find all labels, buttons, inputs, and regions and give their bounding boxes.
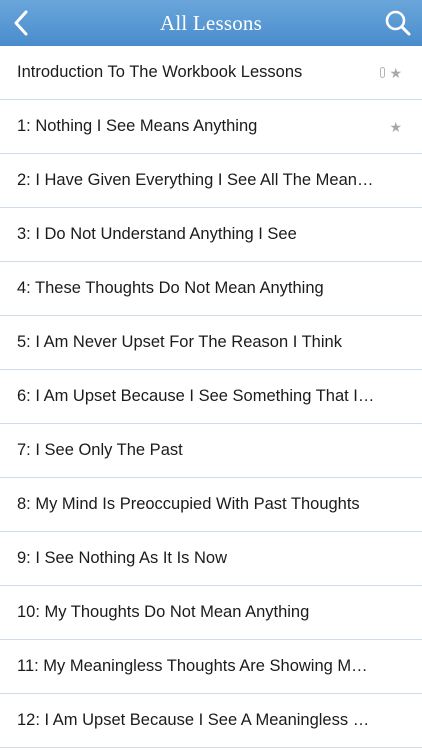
lesson-title: 3: I Do Not Understand Anything I See (17, 225, 297, 243)
lesson-row[interactable]: 2: I Have Given Everything I See All The… (0, 154, 422, 208)
lesson-row[interactable]: 9: I See Nothing As It Is Now (0, 532, 422, 586)
lesson-row[interactable]: 10: My Thoughts Do Not Mean Anything (0, 586, 422, 640)
lesson-title: 7: I See Only The Past (17, 441, 183, 459)
back-button[interactable] (6, 7, 36, 39)
lesson-row[interactable]: 8: My Mind Is Preoccupied With Past Thou… (0, 478, 422, 532)
page-title: All Lessons (160, 10, 262, 35)
lesson-title: 4: These Thoughts Do Not Mean Anything (17, 279, 324, 297)
lesson-title: 6: I Am Upset Because I See Something Th… (17, 387, 376, 405)
row-status-icons: ★ (380, 66, 402, 80)
star-icon: ★ (389, 118, 402, 135)
lesson-title: 8: My Mind Is Preoccupied With Past Thou… (17, 495, 360, 513)
star-icon: ★ (389, 64, 402, 81)
lesson-title: 10: My Thoughts Do Not Mean Anything (17, 603, 310, 621)
lesson-row[interactable]: Introduction To The Workbook Lessons ★ (0, 46, 422, 100)
search-button[interactable] (382, 7, 414, 39)
lesson-row[interactable]: 4: These Thoughts Do Not Mean Anything (0, 262, 422, 316)
chevron-left-icon (14, 10, 28, 36)
lesson-title: 12: I Am Upset Because I See A Meaningle… (17, 711, 376, 729)
lesson-row[interactable]: 7: I See Only The Past (0, 424, 422, 478)
row-status-icons: ★ (389, 120, 402, 134)
lesson-title: 2: I Have Given Everything I See All The… (17, 171, 376, 189)
lesson-row[interactable]: 1: Nothing I See Means Anything ★ (0, 100, 422, 154)
lesson-list: Introduction To The Workbook Lessons ★ 1: … (0, 46, 422, 748)
lesson-row[interactable]: 5: I Am Never Upset For The Reason I Thi… (0, 316, 422, 370)
lesson-row[interactable]: 6: I Am Upset Because I See Something Th… (0, 370, 422, 424)
search-icon (385, 10, 411, 36)
paperclip-icon (380, 67, 386, 78)
navigation-bar: All Lessons (0, 0, 422, 46)
lesson-title: 1: Nothing I See Means Anything (17, 117, 258, 135)
lesson-title: Introduction To The Workbook Lessons (17, 63, 303, 81)
lesson-row[interactable]: 11: My Meaningless Thoughts Are Showing … (0, 640, 422, 694)
lesson-title: 11: My Meaningless Thoughts Are Showing … (17, 657, 376, 675)
lesson-title: 5: I Am Never Upset For The Reason I Thi… (17, 333, 342, 351)
lesson-row[interactable]: 3: I Do Not Understand Anything I See (0, 208, 422, 262)
lesson-row[interactable]: 12: I Am Upset Because I See A Meaningle… (0, 694, 422, 748)
lesson-title: 9: I See Nothing As It Is Now (17, 549, 228, 567)
